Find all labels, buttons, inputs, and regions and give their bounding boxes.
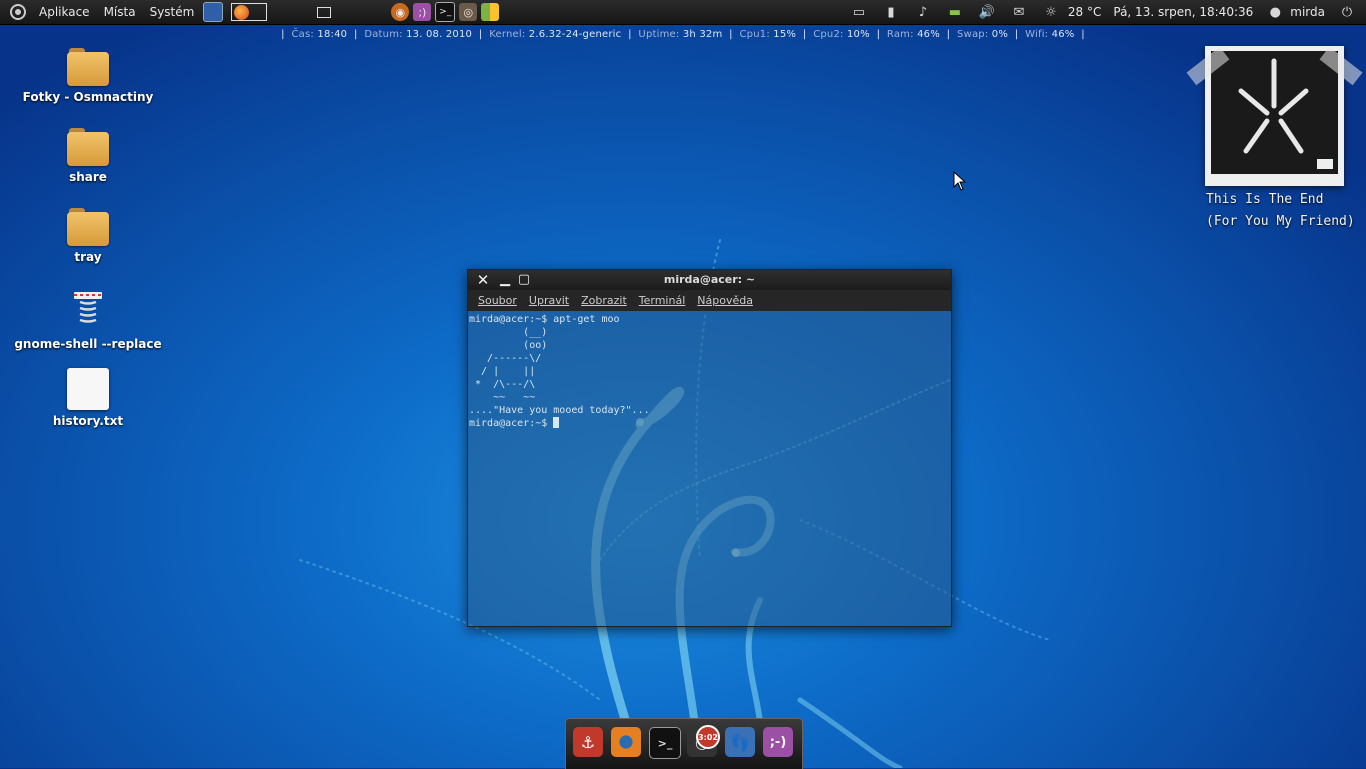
menu-places[interactable]: Místa [97,5,143,19]
desktop-icon-label: gnome-shell --replace [14,337,162,351]
terminal-line: mirda@acer:~$ apt-get moo [469,314,620,325]
terminal-window: ✕ ▁ ▢ mirda@acer: ~ Soubor Upravit Zobra… [467,269,952,627]
chat-icon[interactable]: ;-) [763,727,793,757]
menu-napoveda[interactable]: Nápověda [691,294,759,307]
album-art-guns-star [1211,51,1338,174]
terminal-titlebar[interactable]: ✕ ▁ ▢ mirda@acer: ~ [468,270,951,290]
maximize-icon[interactable]: ▢ [517,273,531,287]
volume-icon[interactable]: 🔊 [978,3,996,21]
terminal-prompt-line: mirda@acer:~$ [469,417,950,430]
album-cover[interactable] [1186,46,1363,186]
menu-soubor[interactable]: Soubor [472,294,523,307]
desktop-icon-label: share [69,170,107,184]
weather-temperature[interactable]: 28 °C [1068,5,1101,19]
folder-icon [67,128,109,166]
folder-icon [67,208,109,246]
show-desktop-icon[interactable] [203,2,224,22]
desktop-icon-label: history.txt [52,414,124,428]
eye-icon[interactable] [611,727,641,757]
terminal-line: * /\---/\ [469,379,536,390]
battery-icon[interactable]: ▬ [946,3,964,21]
firefox-icon [234,4,250,20]
music-note-icon[interactable]: ♪ [914,3,932,21]
clock[interactable]: Pá, 13. srpen, 18:40:36 [1113,5,1253,19]
footprints-icon[interactable]: 👣 [725,727,755,757]
launcher-icon [74,292,102,323]
album-subtitle: (For You My Friend) [1206,214,1355,229]
chat-launcher-icon[interactable]: ;) [413,3,432,21]
terminal-line: ...."Have you mooed today?"... [469,405,650,416]
network-signal-icon[interactable]: ▮ [882,3,900,21]
menu-system[interactable]: Systém [143,5,202,19]
terminal-menubar: Soubor Upravit Zobrazit Terminál Nápověd… [468,290,951,311]
terminal-cursor [553,417,560,428]
menu-applications[interactable]: Aplikace [32,5,97,19]
taskbar-firefox[interactable] [231,3,268,21]
power-icon[interactable]: ⏻ [1338,3,1356,21]
minimize-icon[interactable]: ▁ [498,273,512,287]
app-launcher-icon[interactable] [481,3,500,21]
mail-icon[interactable]: ✉ [1010,3,1028,21]
speaker-launcher-icon[interactable]: ◎ [459,3,478,21]
terminal-prompt: mirda@acer:~$ [469,418,554,429]
desktop-icon-tray[interactable]: tray [8,208,168,264]
terminal-launcher-icon[interactable]: >_ [435,2,456,22]
workspace-switcher[interactable] [317,6,332,18]
album-title: This Is The End [1206,192,1324,207]
terminal-output[interactable]: mirda@acer:~$ apt-get moo (__) (oo) /---… [468,311,951,432]
mouse-pointer-icon [953,171,967,191]
close-icon[interactable]: ✕ [476,273,490,288]
desktop-icon-share[interactable]: share [8,128,168,184]
desktop-icon-fotky[interactable]: Fotky - Osmnactiny [8,48,168,104]
desktop-icon-gnome-shell[interactable]: gnome-shell --replace [8,290,168,351]
eye-launcher-icon[interactable]: ◉ [391,3,410,21]
top-panel: Aplikace Místa Systém ◉ ;) >_ ◎ ▭ ▮ ♪ ▬ … [0,0,1366,25]
anchor-icon[interactable]: ⚓ [573,727,603,757]
desktop-icon-label: tray [74,250,102,264]
terminal-line: ~~ ~~ [469,392,536,403]
text-file-icon [67,368,109,410]
conky-system-monitor: | Čas: 18:40 | Datum: 13. 08. 2010 | Ker… [281,29,1085,40]
dock: ⚓ >_ ◷ 👣 ;-) [565,718,803,769]
desktop-icon-label: Fotky - Osmnactiny [22,90,154,104]
menu-upravit[interactable]: Upravit [523,294,575,307]
user-name[interactable]: mirda [1290,5,1325,19]
notification-bubble-icon[interactable]: ▭ [850,3,868,21]
folder-icon [67,48,109,86]
album-art [1211,51,1338,174]
menu-terminal[interactable]: Terminál [633,294,692,307]
desktop-icon-history[interactable]: history.txt [8,368,168,428]
weather-sun-icon: ☼ [1045,4,1057,20]
ubuntu-logo-icon[interactable] [10,4,26,20]
menu-zobrazit[interactable]: Zobrazit [575,294,633,307]
terminal-line: / | || [469,366,536,377]
terminal-icon[interactable]: >_ [649,727,681,759]
timer-badge: 3:02 [696,725,720,749]
user-chat-icon: ● [1269,4,1281,20]
terminal-title: mirda@acer: ~ [663,273,756,286]
terminal-line: (oo) [469,340,548,351]
terminal-line: (__) [469,327,548,338]
terminal-line: /------\/ [469,353,542,364]
